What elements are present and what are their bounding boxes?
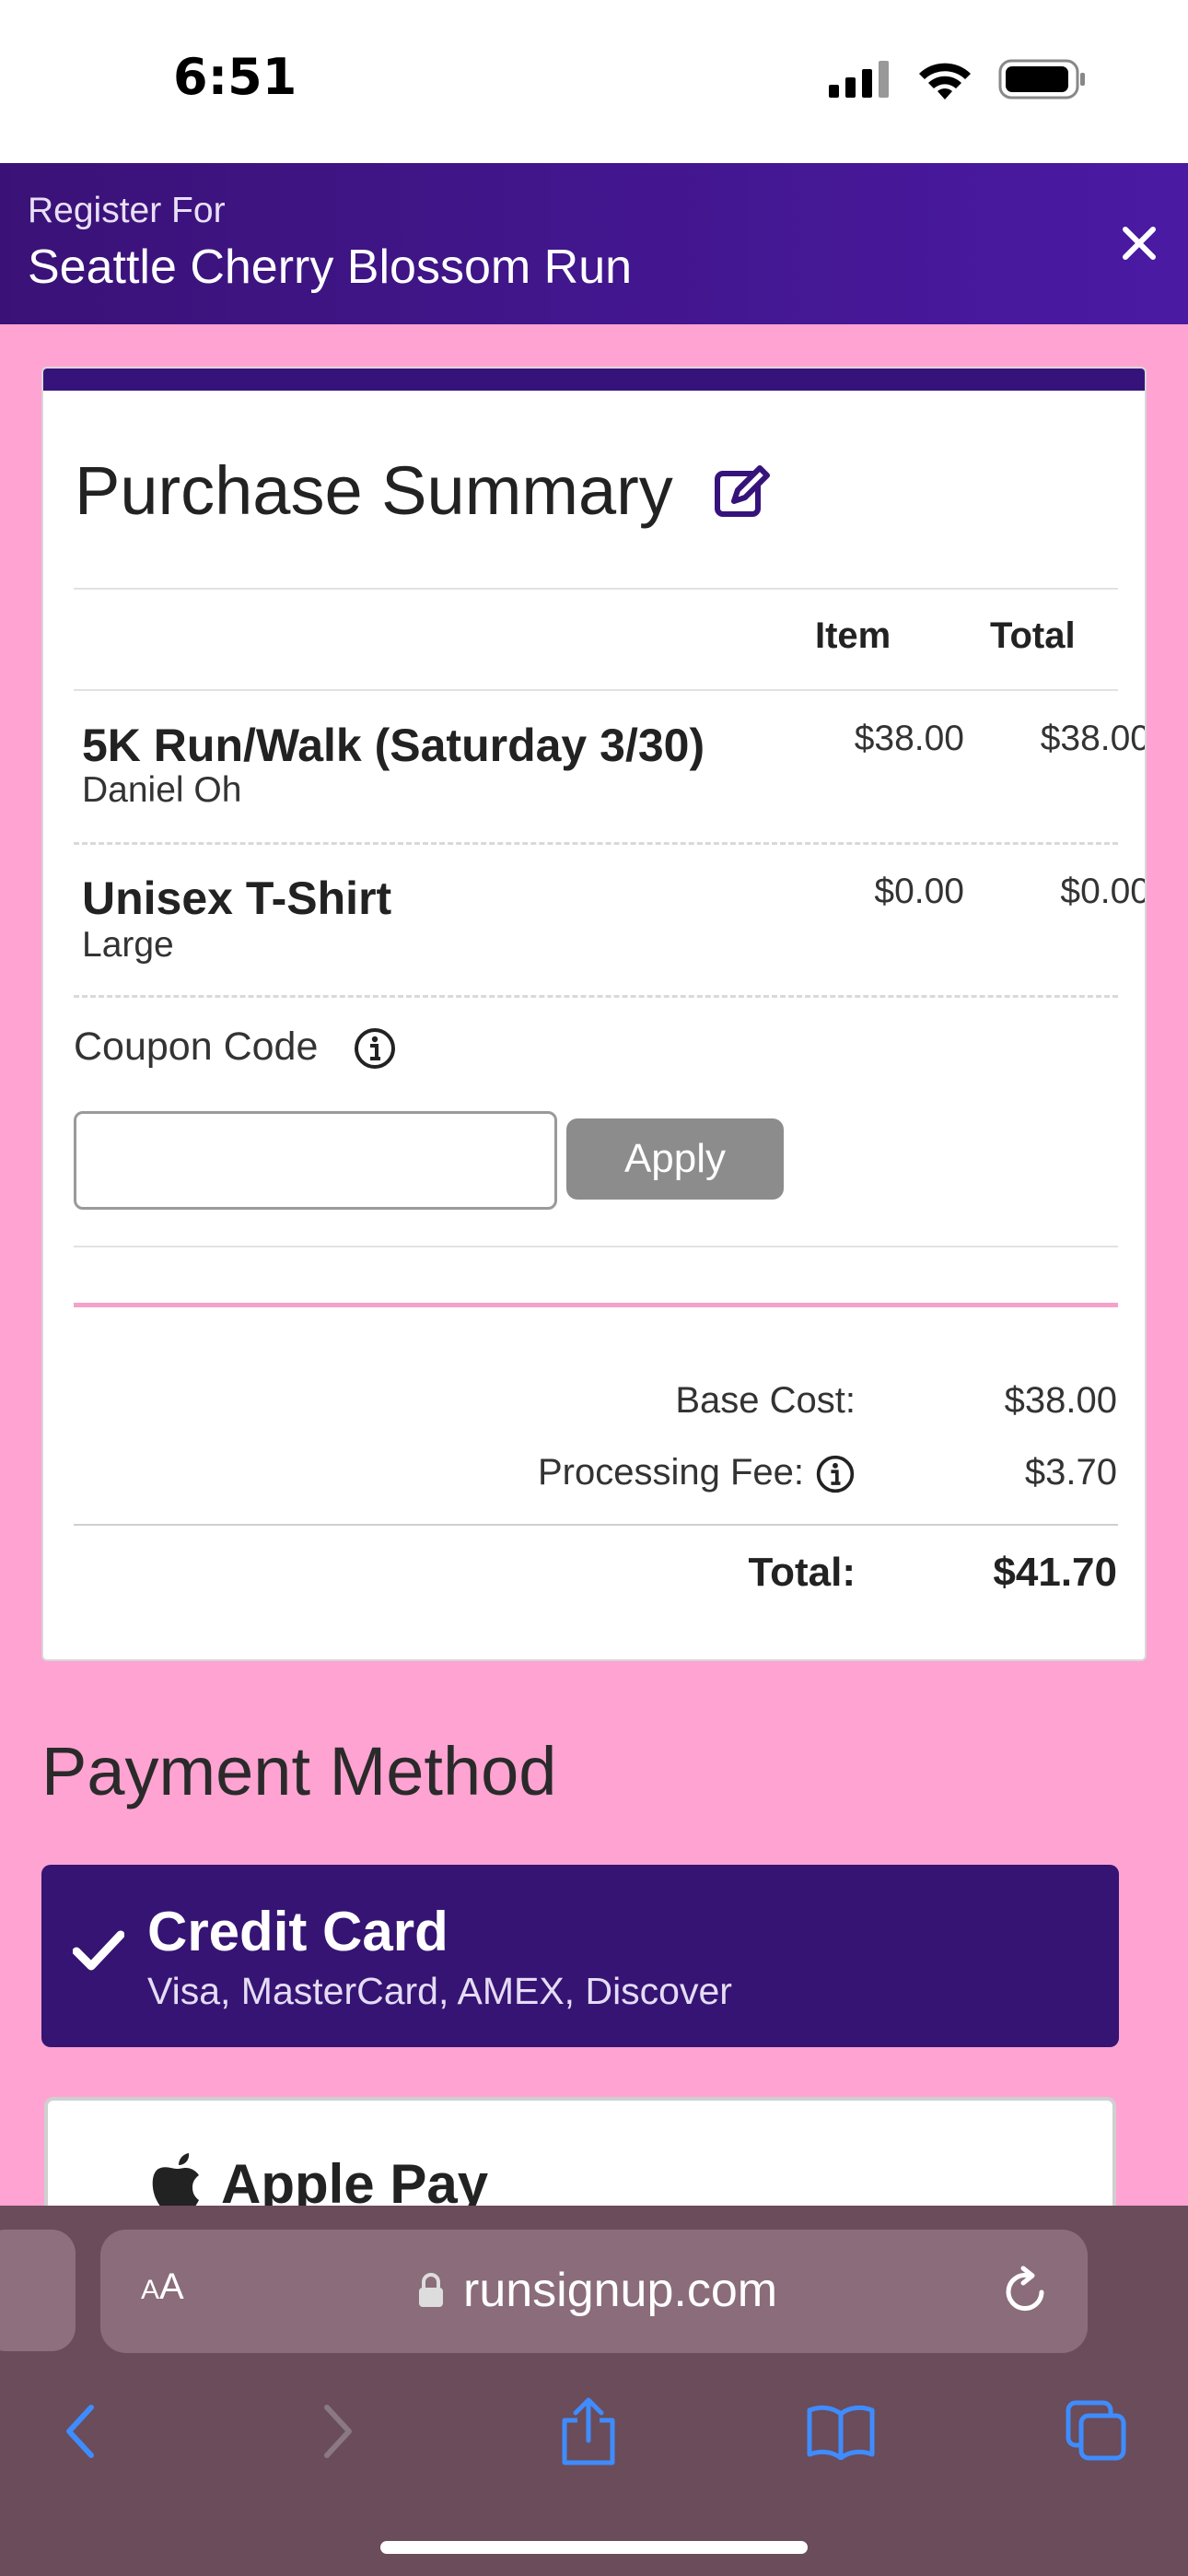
edit-icon[interactable] <box>714 461 773 520</box>
divider <box>74 842 1118 845</box>
signal-icon <box>829 61 889 98</box>
aa-small-label: A <box>141 2275 160 2305</box>
browser-nav-row <box>0 2390 1188 2482</box>
payment-method-heading: Payment Method <box>41 1733 557 1809</box>
total-label: Total: <box>748 1550 856 1595</box>
tabs-button[interactable] <box>1055 2390 1138 2473</box>
divider <box>74 689 1118 691</box>
apply-coupon-button[interactable]: Apply <box>566 1118 784 1200</box>
purchase-summary-card: Purchase Summary Item Total 5K Run/Walk … <box>41 367 1147 1661</box>
column-header-total: Total <box>990 615 1076 656</box>
share-icon <box>562 2397 615 2465</box>
info-icon[interactable] <box>353 1026 397 1071</box>
line-item-total: $38.00 <box>1040 719 1147 758</box>
previous-tab-preview[interactable] <box>0 2230 76 2351</box>
bookmarks-button[interactable] <box>799 2390 882 2473</box>
reload-icon[interactable] <box>1001 2265 1051 2318</box>
base-cost-label: Base Cost: <box>675 1380 856 1421</box>
address-bar[interactable]: AA runsignup.com <box>100 2230 1088 2353</box>
reader-options-button[interactable]: AA <box>141 2266 184 2308</box>
line-item-detail: Large <box>82 925 174 965</box>
back-icon <box>66 2405 94 2458</box>
checkmark-icon <box>73 1930 124 1971</box>
credit-card-title: Credit Card <box>147 1901 448 1962</box>
divider <box>74 588 1118 590</box>
credit-card-subtitle: Visa, MasterCard, AMEX, Discover <box>147 1970 732 2012</box>
line-item-name: Unisex T-Shirt <box>82 872 392 924</box>
total-value: $41.70 <box>993 1550 1117 1595</box>
home-indicator[interactable] <box>380 2541 808 2554</box>
forward-button[interactable] <box>297 2390 379 2473</box>
line-item-name: 5K Run/Walk (Saturday 3/30) <box>82 720 705 771</box>
divider <box>74 1524 1118 1526</box>
status-time: 6:51 <box>173 48 297 106</box>
card-accent-bar <box>43 369 1145 391</box>
header-subtitle: Register For <box>28 191 226 230</box>
pink-divider <box>74 1303 1118 1307</box>
aa-large-label: A <box>159 2266 184 2307</box>
coupon-code-input[interactable] <box>74 1111 557 1210</box>
wifi-icon <box>919 63 971 100</box>
tabs-icon <box>1066 2400 1126 2461</box>
back-button[interactable] <box>39 2390 122 2473</box>
line-item-total: $0.00 <box>1060 872 1147 911</box>
purchase-summary-title: Purchase Summary <box>75 452 673 529</box>
registration-header: Register For Seattle Cherry Blossom Run <box>0 163 1188 324</box>
lock-icon <box>419 2273 443 2307</box>
divider <box>74 1246 1118 1247</box>
forward-icon <box>324 2405 352 2458</box>
column-header-item: Item <box>815 615 891 656</box>
processing-fee-label: Processing Fee: <box>537 1452 804 1493</box>
credit-card-option[interactable]: Credit Card Visa, MasterCard, AMEX, Disc… <box>41 1865 1119 2047</box>
divider <box>74 995 1118 998</box>
status-icons <box>829 59 1087 100</box>
status-bar: 6:51 <box>0 0 1188 163</box>
processing-fee-value: $3.70 <box>1024 1452 1117 1493</box>
close-button[interactable] <box>1116 220 1162 266</box>
share-button[interactable] <box>547 2390 630 2473</box>
bookmarks-icon <box>807 2405 875 2460</box>
line-item-price: $38.00 <box>854 719 964 758</box>
url-text: runsignup.com <box>463 2264 778 2317</box>
line-item-price: $0.00 <box>874 872 964 911</box>
coupon-code-label: Coupon Code <box>74 1025 319 1069</box>
close-icon <box>1123 227 1156 260</box>
header-title: Seattle Cherry Blossom Run <box>28 240 633 294</box>
base-cost-value: $38.00 <box>1004 1380 1117 1421</box>
battery-icon <box>998 59 1085 100</box>
browser-toolbar: AA runsignup.com <box>0 2206 1188 2576</box>
line-item-detail: Daniel Oh <box>82 770 242 810</box>
info-icon[interactable] <box>815 1454 856 1494</box>
